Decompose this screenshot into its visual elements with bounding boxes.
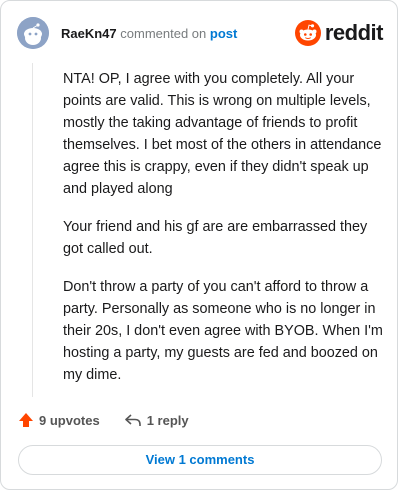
reddit-logo[interactable]: reddit	[294, 20, 384, 46]
view-comments-button[interactable]: View 1 comments	[18, 445, 382, 475]
thread-line[interactable]	[32, 63, 33, 397]
comment-card: RaeKn47 commented on post reddit NTA! OP…	[0, 0, 398, 490]
upvote-count: 9 upvotes	[39, 412, 100, 428]
reply-arrow-icon	[124, 414, 141, 426]
comment-byline: RaeKn47 commented on post	[61, 26, 237, 41]
post-link[interactable]: post	[210, 26, 237, 41]
reddit-logo-icon	[294, 20, 321, 46]
reddit-logo-text: reddit	[324, 20, 384, 45]
upvote-button[interactable]: 9 upvotes	[18, 412, 100, 428]
avatar[interactable]	[17, 17, 49, 49]
upvote-arrow-icon	[19, 413, 33, 427]
comment-paragraph: Don't throw a party of you can't afford …	[63, 279, 383, 383]
reply-count: 1 reply	[146, 412, 189, 428]
snoo-avatar-icon	[17, 17, 49, 49]
comment-paragraph: NTA! OP, I agree with you completely. Al…	[63, 71, 382, 197]
byline-action-text: commented on	[120, 26, 207, 41]
username-link[interactable]: RaeKn47	[61, 26, 117, 41]
comment-header: RaeKn47 commented on post reddit	[17, 17, 385, 51]
reply-button[interactable]: 1 reply	[124, 412, 189, 428]
comment-paragraph: Your friend and his gf are are embarrass…	[63, 219, 368, 257]
comment-body: NTA! OP, I agree with you completely. Al…	[63, 68, 383, 402]
comment-footer: 9 upvotes 1 reply	[18, 409, 189, 431]
